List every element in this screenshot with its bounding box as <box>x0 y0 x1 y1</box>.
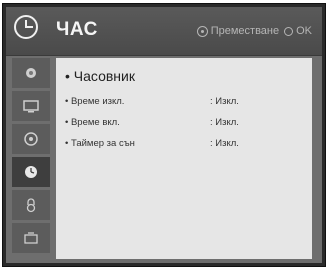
sidebar-item-setup[interactable] <box>12 124 50 154</box>
row-value: : Изкл. <box>210 138 239 149</box>
option-icon <box>24 232 38 244</box>
category-sidebar <box>12 58 50 259</box>
picture-icon <box>26 68 36 78</box>
navigation-hint: Преместване OK <box>196 25 312 37</box>
osd-frame: ЧАС Преместване OK • Часовник • Време из… <box>2 3 326 267</box>
sidebar-item-lock[interactable] <box>12 190 50 220</box>
menu-title: ЧАС <box>56 19 98 40</box>
menu-row-on-time[interactable]: • Време вкл. : Изкл. <box>65 117 239 128</box>
sidebar-item-screen[interactable] <box>12 91 50 121</box>
row-label: • Време вкл. <box>65 117 120 128</box>
hint-move-text: Преместване <box>210 25 280 37</box>
row-value: : Изкл. <box>210 96 239 107</box>
sidebar-item-option[interactable] <box>12 223 50 253</box>
sidebar-item-time[interactable] <box>12 157 50 187</box>
menu-row-sleep-timer[interactable]: • Таймер за сън : Изкл. <box>65 138 239 149</box>
content-panel: • Часовник • Време изкл. : Изкл. • Време… <box>56 58 312 259</box>
row-value: : Изкл. <box>210 117 239 128</box>
screen-icon <box>23 100 39 113</box>
menu-header: ЧАС Преместване OK <box>6 7 322 56</box>
ok-icon <box>284 26 294 36</box>
section-title: • Часовник <box>65 68 135 84</box>
row-label: • Таймер за сън <box>65 138 135 149</box>
lock-icon <box>26 198 36 213</box>
row-label: • Време изкл. <box>65 96 125 107</box>
clock-icon <box>25 166 37 178</box>
move-icon <box>196 25 208 37</box>
sidebar-item-picture[interactable] <box>12 58 50 88</box>
hint-ok-text: OK <box>296 25 312 37</box>
menu-panel: ЧАС Преместване OK • Часовник • Време из… <box>6 7 322 263</box>
setup-icon <box>24 132 38 146</box>
menu-row-off-time[interactable]: • Време изкл. : Изкл. <box>65 96 239 107</box>
clock-header-icon <box>14 15 38 39</box>
